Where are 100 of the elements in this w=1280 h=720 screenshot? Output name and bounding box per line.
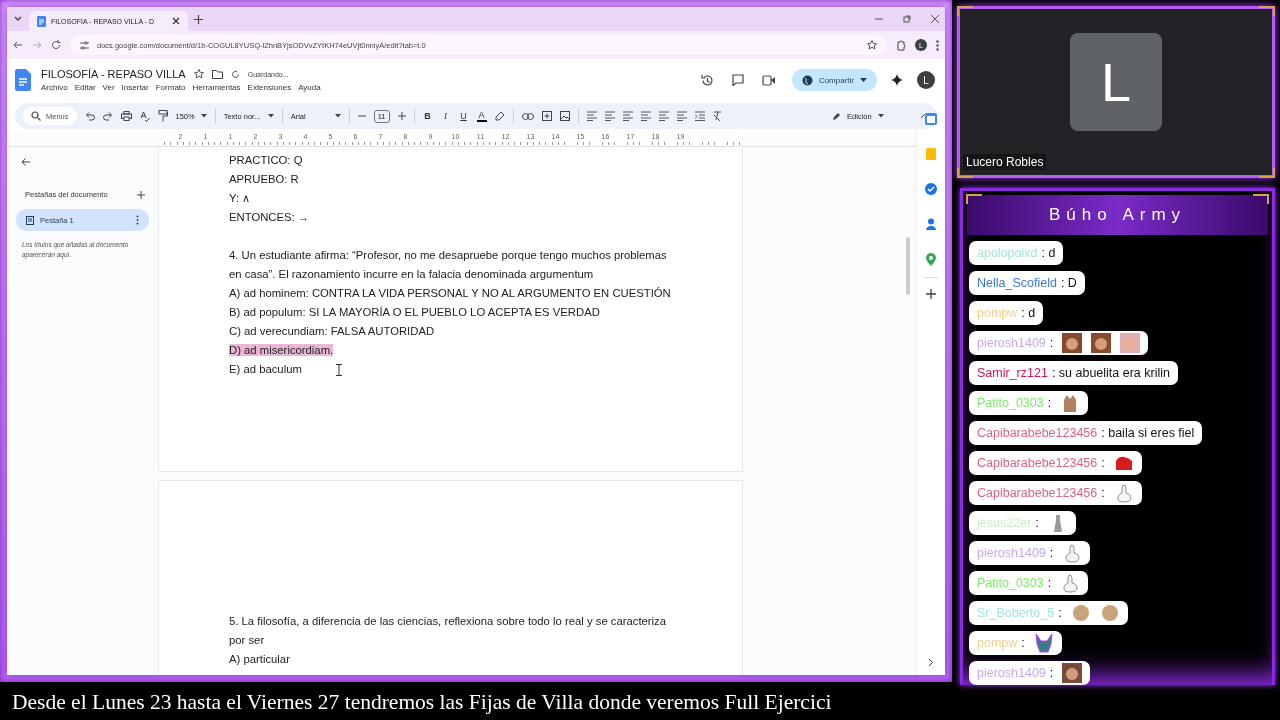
indent-icon[interactable]	[676, 111, 687, 121]
scrollbar-thumb[interactable]	[906, 237, 910, 295]
redo-icon[interactable]	[102, 111, 113, 121]
document-text: 5. La filosofía, a diferencia de las ciencias, reflexiona sobre todo lo real y se caracteriza por ser	[229, 615, 667, 646]
chat-username: Patito_0303	[977, 576, 1044, 590]
align-icon[interactable]	[586, 111, 597, 121]
close-icon[interactable]	[172, 17, 180, 25]
chat-username: Capibarabebe123456	[977, 486, 1098, 500]
add-icon[interactable]	[926, 289, 936, 299]
menu-item[interactable]: Herramientas	[192, 83, 241, 92]
chat-title: Búho Army	[967, 195, 1268, 235]
star-icon[interactable]	[193, 69, 204, 79]
spellcheck-icon[interactable]	[139, 110, 150, 122]
star-icon[interactable]	[867, 40, 877, 50]
message-text: :	[1021, 636, 1025, 650]
sync-icon	[230, 69, 240, 79]
emote-icon	[1062, 663, 1083, 683]
plus-icon[interactable]	[397, 112, 406, 120]
menu-item[interactable]: Editar	[74, 83, 96, 92]
calendar-icon[interactable]	[925, 113, 937, 125]
video-call-icon[interactable]	[761, 74, 778, 86]
menu-item[interactable]: Ver	[102, 83, 115, 92]
format-button[interactable]: B	[422, 111, 433, 121]
menu-item[interactable]: Insertar	[121, 83, 149, 92]
emote-icon	[1099, 603, 1120, 623]
document-title[interactable]: FILOSOFÍA - REPASO VILLA	[41, 68, 186, 80]
more-icon[interactable]	[136, 215, 139, 225]
menu-item[interactable]: Archivo	[41, 83, 68, 92]
chat-username: Patito_0303	[977, 396, 1044, 410]
caret-icon	[877, 114, 884, 118]
menu-icon[interactable]	[936, 39, 939, 51]
chat-username: jesus22er	[977, 516, 1032, 530]
sparkle-icon[interactable]	[891, 74, 903, 86]
site-settings-icon[interactable]	[80, 40, 89, 50]
emote-icon	[1033, 633, 1054, 653]
corner-bracket	[1259, 168, 1275, 178]
corner-bracket	[957, 168, 973, 178]
back-icon[interactable]	[13, 40, 23, 50]
share-button[interactable]: Compartir	[791, 69, 877, 91]
message-text: : d	[1021, 306, 1036, 320]
reload-icon[interactable]	[51, 40, 61, 50]
contacts-icon[interactable]	[926, 218, 936, 230]
restore-icon[interactable]	[903, 15, 911, 23]
document-text: ENTONCES: →	[229, 211, 310, 223]
bulleted-list-icon[interactable]	[640, 111, 651, 121]
add-tab-icon[interactable]	[137, 190, 145, 199]
numbered-list-icon[interactable]	[658, 111, 669, 121]
corner-bracket	[1253, 194, 1269, 204]
document-text: E) ad baculum	[229, 363, 302, 375]
caret-icon	[334, 114, 341, 118]
document-text: D) ad misericordiam.	[229, 344, 334, 356]
print-icon[interactable]	[120, 111, 132, 121]
new-tab-icon[interactable]	[194, 14, 203, 24]
image-icon[interactable]	[559, 111, 570, 121]
line-spacing-icon[interactable]	[604, 111, 615, 121]
chat-username: pompw	[977, 636, 1018, 650]
format-button[interactable]: I	[440, 111, 451, 121]
text-cursor-icon	[336, 364, 342, 376]
indent-icon[interactable]	[694, 111, 705, 121]
undo-icon[interactable]	[84, 111, 95, 121]
folder-icon[interactable]	[211, 69, 223, 79]
corner-bracket	[957, 6, 973, 16]
add-comment-icon[interactable]	[541, 111, 552, 121]
banner-text: Desde el Lunes 23 hasta el Viernes 27 tendremos las Fijas de Villa donde veremos Full Ejercici	[11, 689, 833, 716]
history-icon[interactable]	[700, 73, 714, 87]
chat-username: Samir_rz121	[977, 366, 1048, 380]
highlighter-icon[interactable]	[494, 111, 505, 121]
message-text: :	[1049, 336, 1054, 350]
emote-icon	[1120, 333, 1141, 353]
comment-icon[interactable]	[731, 74, 744, 86]
document-text: C) ad verecundiam: FALSA AUTORIDAD	[229, 325, 435, 337]
checklist-icon[interactable]	[622, 111, 633, 121]
document-text: 4. Un estudiante afirma: “Profesor, no me desapruebe porque tengo muchos problemas en casa”. El razonamiento incurre en la falacia denominada argumentum	[229, 249, 667, 280]
tasks-icon[interactable]	[925, 183, 937, 195]
close-icon[interactable]	[931, 15, 939, 23]
map-pin-icon[interactable]	[926, 253, 936, 266]
caret-icon	[200, 114, 207, 118]
clear-formatting-icon[interactable]	[712, 111, 723, 121]
back-arrow-icon[interactable]	[21, 157, 31, 167]
link-icon[interactable]	[521, 112, 534, 120]
paint-format-icon[interactable]	[157, 110, 168, 122]
docs-logo-icon[interactable]	[15, 69, 31, 91]
chevron-icon[interactable]	[928, 658, 934, 667]
emote-icon	[1070, 603, 1091, 623]
format-button[interactable]: A	[476, 110, 487, 122]
participant-avatar: L	[1070, 33, 1162, 131]
chat-username: pierosh1409	[977, 336, 1046, 350]
menu-item[interactable]: Ayuda	[298, 83, 321, 92]
caret-icon	[860, 77, 867, 83]
message-text: : d	[1041, 246, 1056, 260]
corner-bracket	[1259, 6, 1275, 16]
message-text: :	[1035, 516, 1039, 530]
menu-item[interactable]: Extensiones	[247, 83, 292, 92]
caret-icon	[267, 114, 274, 118]
account-avatar[interactable]: L	[917, 71, 935, 89]
menu-item[interactable]: Formato	[155, 83, 186, 92]
format-button[interactable]: U	[458, 111, 469, 121]
extensions-icon[interactable]	[896, 39, 906, 51]
chat-username: pompw	[977, 306, 1018, 320]
document-text: Y: ∧	[229, 192, 251, 204]
